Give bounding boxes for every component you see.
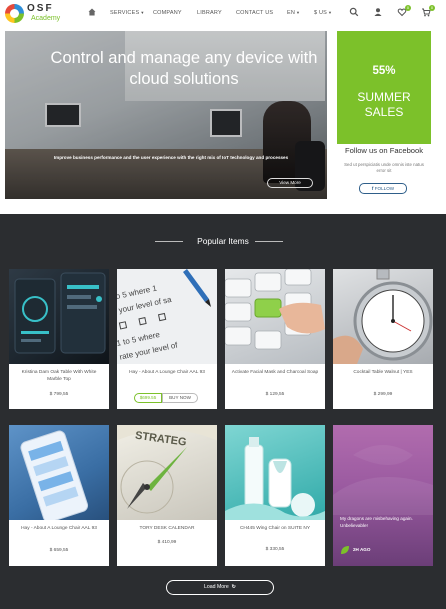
product-title[interactable]: Hay - About A Lounge Chair AAL 93 bbox=[123, 369, 211, 376]
nav-library[interactable]: LIBRARY bbox=[197, 8, 222, 18]
survey-form-image: 1 to 5 where 1 to your level of sa 1 to … bbox=[117, 269, 211, 362]
product-card[interactable]: Activate Facial Mask and Charcoal Soap $… bbox=[225, 269, 325, 409]
product-title[interactable]: Cocktail Table Walnut | YES bbox=[339, 369, 427, 376]
wishlist-count-badge: 0 bbox=[405, 5, 411, 11]
nav-contact[interactable]: CONTACT US bbox=[236, 8, 273, 18]
product-price: $ 299,99 bbox=[373, 392, 393, 397]
logo-text: OSF bbox=[27, 3, 54, 14]
facebook-title: Follow us on Facebook bbox=[344, 146, 424, 155]
cosmetics-image bbox=[225, 437, 325, 520]
load-more-label: Load More bbox=[203, 584, 229, 590]
load-more-button[interactable]: Load More ↻ bbox=[166, 580, 274, 595]
promo-card-time: 2H AGO bbox=[353, 547, 371, 552]
logo-mark-icon bbox=[5, 4, 24, 23]
product-title[interactable]: Hay - About A Lounge Chair AAL 93 bbox=[15, 525, 103, 532]
chevron-down-icon: ▼ bbox=[140, 10, 145, 15]
promo-percent: 55% bbox=[372, 65, 396, 77]
product-title[interactable]: Kristina Dam Oak Table With White Marble… bbox=[15, 369, 103, 383]
facebook-icon: f bbox=[371, 186, 374, 191]
search-icon[interactable] bbox=[349, 7, 359, 17]
leaf-icon bbox=[341, 546, 349, 554]
product-card[interactable]: 1 to 5 where 1 to your level of sa 1 to … bbox=[117, 269, 217, 409]
hero-subtitle: Improve business performance and the use… bbox=[53, 155, 289, 160]
product-card[interactable]: STRATEG TORY DESK CALENDAR $ 410,99 bbox=[117, 425, 217, 566]
svg-text:STRATEG: STRATEG bbox=[134, 430, 187, 449]
follow-label: FOLLOW bbox=[374, 186, 395, 191]
buy-now-button[interactable]: BUY NOW bbox=[162, 393, 198, 403]
product-card[interactable]: Hay - About A Lounge Chair AAL 93 $ 659,… bbox=[9, 425, 109, 566]
product-image[interactable] bbox=[9, 425, 109, 520]
product-price: $ 330,55 bbox=[265, 547, 285, 552]
facebook-description: Sed ut perspiciatis unde omnis iste natu… bbox=[344, 162, 424, 173]
product-title[interactable]: TORY DESK CALENDAR bbox=[123, 525, 211, 532]
product-price-button[interactable]: $699.55 bbox=[134, 393, 162, 403]
hero-banner: Control and manage any device with cloud… bbox=[5, 31, 327, 199]
product-image[interactable] bbox=[333, 269, 433, 364]
blog-promo-card[interactable]: My dragons are misbehaving again. Unbeli… bbox=[333, 425, 433, 566]
logo-subtext: Academy bbox=[31, 15, 61, 22]
nav-company[interactable]: COMPANY bbox=[153, 8, 182, 18]
promo-text: SUMMER SALES bbox=[357, 90, 411, 119]
summer-sales-banner[interactable]: 55% SUMMER SALES bbox=[337, 31, 431, 144]
product-title[interactable]: Activate Facial Mask and Charcoal Soap bbox=[231, 369, 319, 376]
language-select[interactable]: EN▼ bbox=[287, 8, 300, 18]
stopwatch-image bbox=[333, 269, 433, 364]
popular-items-title: Popular Items bbox=[197, 236, 249, 246]
product-image[interactable]: 1 to 5 where 1 to your level of sa 1 to … bbox=[117, 269, 217, 364]
site-header: OSF Academy SERVICES▼ COMPANY LIBRARY CO… bbox=[0, 0, 446, 26]
divider bbox=[255, 241, 283, 242]
product-price: $ 129,55 bbox=[265, 392, 285, 397]
nav-services[interactable]: SERVICES▼ bbox=[110, 8, 145, 18]
phone-app-image bbox=[14, 272, 106, 354]
chevron-down-icon: ▼ bbox=[328, 10, 333, 15]
currency-label: $ US bbox=[314, 10, 328, 16]
language-label: EN bbox=[287, 10, 296, 16]
logo[interactable]: OSF Academy bbox=[5, 3, 63, 25]
product-image[interactable] bbox=[9, 269, 109, 364]
product-price: $ 659,55 bbox=[49, 548, 69, 553]
product-price: $ 799,55 bbox=[49, 392, 69, 397]
facebook-follow-button[interactable]: f FOLLOW bbox=[359, 183, 407, 194]
keyboard-image bbox=[225, 269, 325, 350]
product-card[interactable]: Kristina Dam Oak Table With White Marble… bbox=[9, 269, 109, 409]
product-title[interactable]: CH445 Wing Chair on SUITE NY bbox=[231, 525, 319, 532]
product-image[interactable] bbox=[225, 269, 325, 364]
hero-title: Control and manage any device with cloud… bbox=[50, 49, 318, 88]
product-image[interactable] bbox=[225, 425, 325, 520]
refresh-icon: ↻ bbox=[231, 584, 237, 590]
compass-image: STRATEG bbox=[117, 425, 217, 514]
product-image[interactable]: STRATEG bbox=[117, 425, 217, 520]
phone-app-image bbox=[20, 430, 89, 520]
product-card[interactable]: Cocktail Table Walnut | YES $ 299,99 bbox=[333, 269, 433, 409]
currency-select[interactable]: $ US▼ bbox=[314, 8, 332, 18]
nav-services-label: SERVICES bbox=[110, 10, 140, 16]
user-icon[interactable] bbox=[373, 7, 383, 17]
chevron-down-icon: ▼ bbox=[296, 10, 301, 15]
promo-card-image bbox=[333, 445, 433, 515]
product-card[interactable]: CH445 Wing Chair on SUITE NY $ 330,55 bbox=[225, 425, 325, 566]
view-more-button[interactable]: View More bbox=[267, 178, 313, 188]
product-price: $ 410,99 bbox=[157, 540, 177, 545]
home-icon[interactable] bbox=[87, 7, 97, 17]
promo-card-text: My dragons are misbehaving again. Unbeli… bbox=[340, 516, 413, 528]
cart-count-badge: 0 bbox=[429, 5, 435, 11]
